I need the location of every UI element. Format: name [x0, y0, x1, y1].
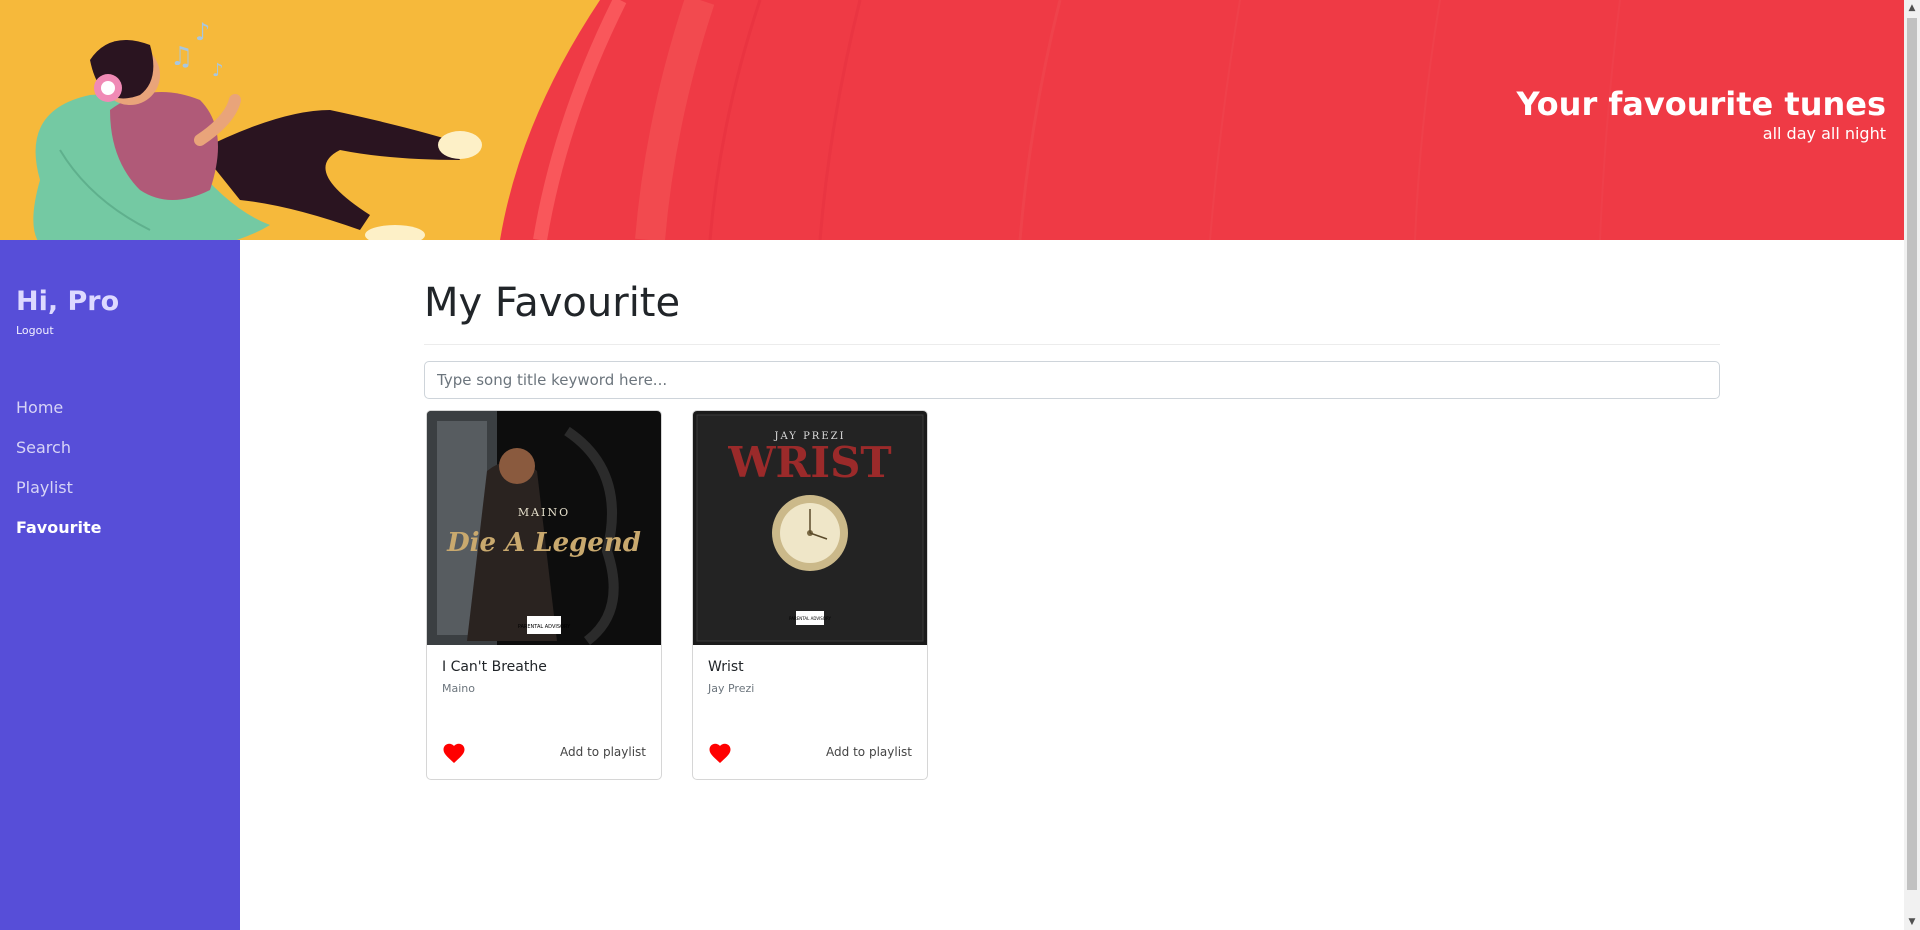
- page-scrollbar[interactable]: ▲ ▼: [1904, 0, 1920, 930]
- main-content: My Favourite MAINO Die A Legend PARENTAL…: [240, 240, 1904, 930]
- header-banner: ♫ ♪ ♪ Your favourite tunes all day all n…: [0, 0, 1904, 240]
- song-card[interactable]: MAINO Die A Legend PARENTAL ADVISORY I C…: [426, 410, 662, 780]
- svg-text:♫: ♫: [170, 42, 193, 72]
- banner-subtitle: all day all night: [1762, 124, 1886, 143]
- album-cover: MAINO Die A Legend PARENTAL ADVISORY: [427, 411, 661, 645]
- banner-title: Your favourite tunes: [1516, 85, 1886, 123]
- song-title: I Can't Breathe: [442, 659, 547, 675]
- banner-text: Your favourite tunes all day all night: [1516, 84, 1886, 144]
- sidebar-item-search[interactable]: Search: [16, 428, 101, 468]
- add-to-playlist-button[interactable]: Add to playlist: [826, 745, 912, 759]
- song-card[interactable]: JAY PREZI WRIST PARENTAL ADVISORY Wrist …: [692, 410, 928, 780]
- user-greeting: Hi, Pro: [16, 286, 120, 317]
- sidebar-item-playlist[interactable]: Playlist: [16, 468, 101, 508]
- svg-text:♪: ♪: [212, 60, 224, 81]
- search-input[interactable]: [424, 361, 1720, 399]
- divider: [424, 344, 1720, 345]
- song-card-list: MAINO Die A Legend PARENTAL ADVISORY I C…: [426, 410, 928, 780]
- favourite-heart-icon[interactable]: [442, 742, 466, 764]
- scrollbar-thumb[interactable]: [1907, 18, 1917, 890]
- cover-title-text: WRIST: [727, 438, 891, 487]
- logout-link[interactable]: Logout: [16, 324, 54, 337]
- favourite-heart-icon[interactable]: [708, 742, 732, 764]
- scroll-down-icon[interactable]: ▼: [1904, 914, 1920, 930]
- cover-title-text: Die A Legend: [446, 528, 641, 558]
- sidebar-nav: Home Search Playlist Favourite: [16, 388, 101, 548]
- add-to-playlist-button[interactable]: Add to playlist: [560, 745, 646, 759]
- scroll-up-icon[interactable]: ▲: [1904, 0, 1920, 16]
- cover-artist-text: MAINO: [518, 506, 570, 519]
- svg-text:♪: ♪: [195, 18, 210, 46]
- sidebar-item-favourite[interactable]: Favourite: [16, 508, 101, 548]
- cover-advisory-text: PARENTAL ADVISORY: [518, 624, 571, 630]
- album-cover: JAY PREZI WRIST PARENTAL ADVISORY: [693, 411, 927, 645]
- song-artist: Jay Prezi: [708, 682, 755, 695]
- page-title: My Favourite: [424, 280, 681, 326]
- sidebar-item-home[interactable]: Home: [16, 388, 101, 428]
- cover-advisory-text: PARENTAL ADVISORY: [789, 616, 831, 621]
- song-artist: Maino: [442, 682, 475, 695]
- sidebar: Hi, Pro Logout Home Search Playlist Favo…: [0, 240, 240, 930]
- song-title: Wrist: [708, 659, 744, 675]
